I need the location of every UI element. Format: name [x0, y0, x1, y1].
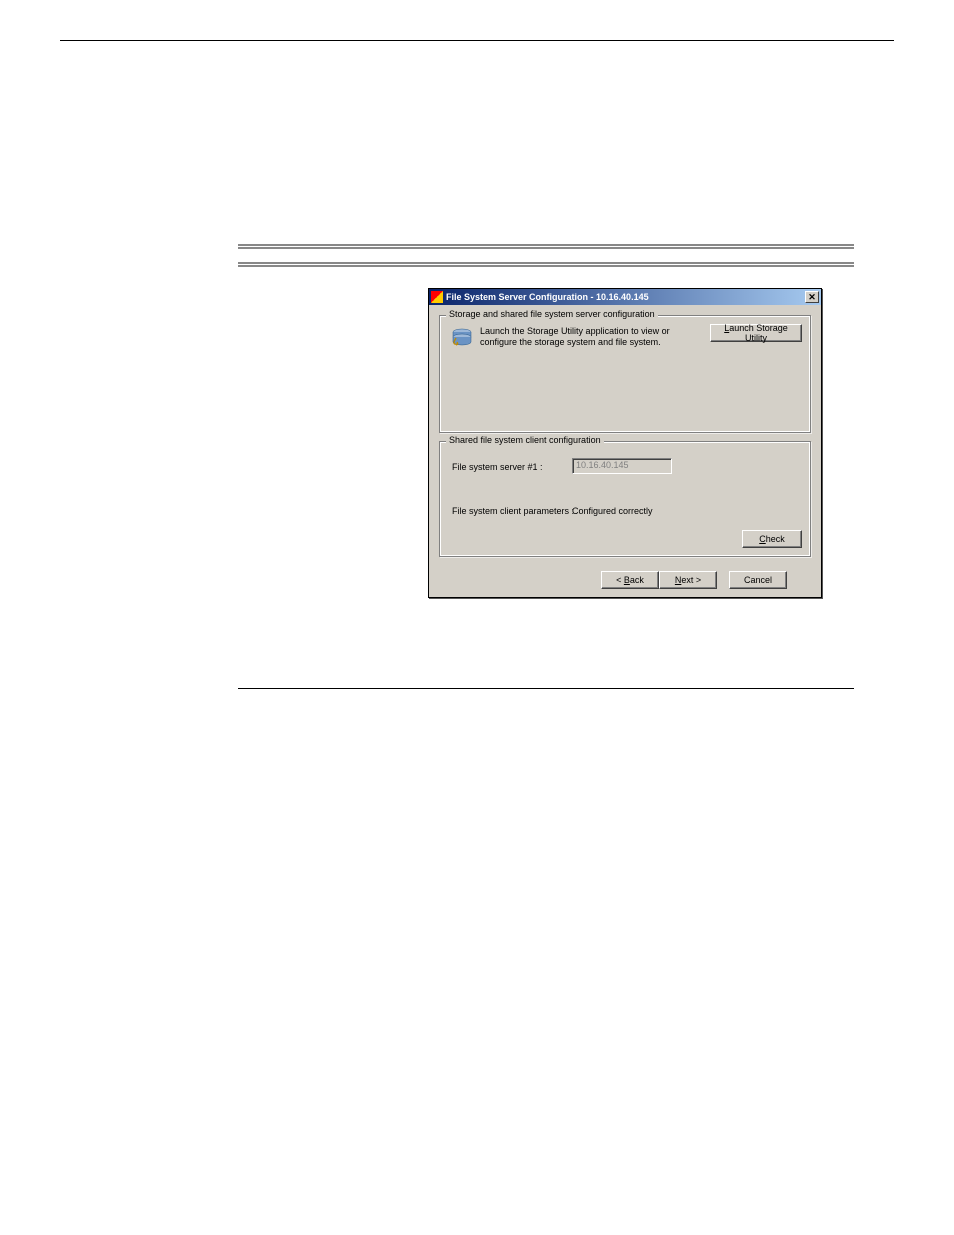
page-rule-top — [60, 40, 894, 41]
server-1-label: File system server #1 : — [452, 462, 543, 472]
client-params-label: File system client parameters : — [452, 506, 574, 516]
check-button[interactable]: Check — [742, 530, 802, 548]
server-1-input: 10.16.40.145 — [572, 458, 672, 474]
back-button[interactable]: < Back — [601, 571, 659, 589]
storage-server-group: Storage and shared file system server co… — [439, 315, 811, 433]
storage-server-legend: Storage and shared file system server co… — [446, 309, 658, 319]
app-icon — [431, 291, 443, 303]
window-title: File System Server Configuration - 10.16… — [446, 292, 805, 302]
close-button[interactable]: ✕ — [805, 291, 819, 303]
shared-client-group: Shared file system client configuration … — [439, 441, 811, 557]
shared-client-legend: Shared file system client configuration — [446, 435, 604, 445]
next-button[interactable]: Next > — [659, 571, 717, 589]
section-rule-bottom — [238, 688, 854, 689]
disk-stack-icon — [450, 326, 474, 350]
next-button-label: Next > — [675, 575, 701, 585]
section-rule-1 — [238, 244, 854, 249]
launch-storage-utility-button[interactable]: Launch Storage Utility — [710, 324, 802, 342]
section-rule-2 — [238, 262, 854, 267]
cancel-button[interactable]: Cancel — [729, 571, 787, 589]
wizard-nav-bar: < Back Next > Cancel — [429, 567, 821, 589]
close-icon: ✕ — [808, 293, 816, 302]
launch-description: Launch the Storage Utility application t… — [480, 326, 680, 349]
client-params-status: Configured correctly — [572, 506, 653, 516]
cancel-button-label: Cancel — [744, 575, 772, 585]
launch-button-label: Launch Storage Utility — [715, 323, 797, 343]
file-system-server-config-dialog: File System Server Configuration - 10.16… — [428, 288, 822, 598]
back-button-label: < Back — [616, 575, 644, 585]
titlebar: File System Server Configuration - 10.16… — [429, 289, 821, 305]
check-button-label: Check — [759, 534, 785, 544]
